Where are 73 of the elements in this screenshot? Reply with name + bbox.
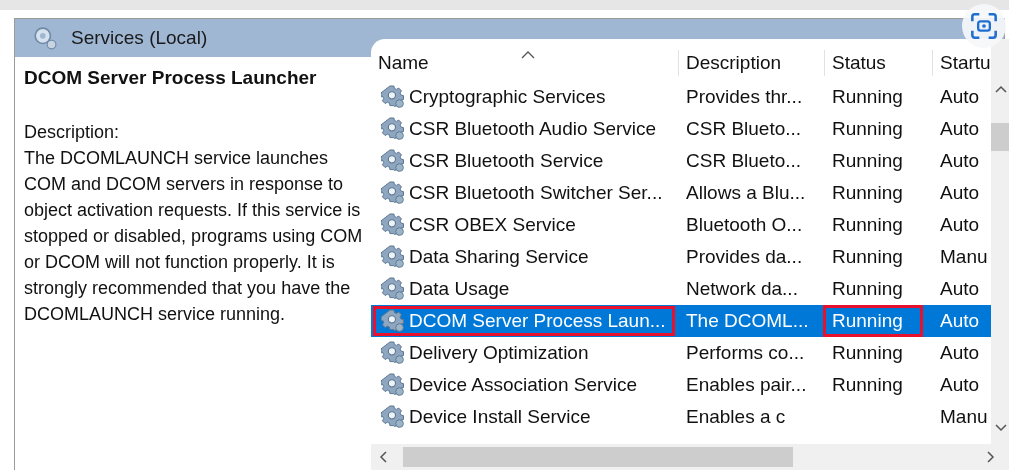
- table-cell: CSR Blueto...: [686, 150, 802, 172]
- column-header[interactable]: Name: [371, 50, 679, 76]
- service-row[interactable]: DCOM Server Process Laun... The DCOML... Running Auto: [371, 305, 991, 337]
- pane-title: Services (Local): [71, 27, 208, 49]
- description-text: The DCOMLAUNCH service launches COM and DCOM servers in response to object activation requests. If this service is stopped or disabled, programs using COM or DCOM will not function properly. It is strongly recommended that you have the DCOMLAUNCH service running.: [24, 147, 364, 326]
- table-cell: Auto: [940, 214, 980, 236]
- table-cell: Auto: [940, 310, 980, 332]
- table-cell: Manu: [940, 246, 988, 268]
- description-label: Description:: [24, 121, 121, 144]
- table-cell: Running: [832, 342, 903, 364]
- service-row[interactable]: Data Usage Network da... Running Auto: [371, 273, 991, 305]
- vertical-scrollbar[interactable]: [990, 39, 1009, 444]
- service-name-cell: Data Usage: [409, 278, 510, 300]
- service-name-cell: Cryptographic Services: [409, 86, 606, 108]
- table-cell: CSR Blueto...: [686, 118, 802, 140]
- service-name-cell: Data Sharing Service: [409, 246, 589, 268]
- service-row[interactable]: CSR Bluetooth Service CSR Blueto... Running Auto: [371, 145, 991, 177]
- service-row[interactable]: CSR Bluetooth Audio Service CSR Blueto... Running Auto: [371, 113, 991, 145]
- table-cell: Running: [832, 246, 903, 268]
- service-name-cell: Device Install Service: [409, 406, 591, 428]
- table-cell: Auto: [940, 86, 980, 108]
- table-cell: Performs co...: [686, 342, 805, 364]
- column-header[interactable]: Startu: [933, 50, 991, 76]
- sort-caret-icon: [521, 51, 535, 59]
- table-cell: Running: [832, 278, 903, 300]
- table-cell: Auto: [940, 342, 980, 364]
- service-row[interactable]: Cryptographic Services Provides thr... Running Auto: [371, 81, 991, 113]
- scroll-up-icon[interactable]: [994, 85, 1007, 93]
- service-row[interactable]: Data Sharing Service Provides da... Running Manu: [371, 241, 991, 273]
- table-cell: Allows a Blu...: [686, 182, 806, 204]
- table-cell: Bluetooth O...: [686, 214, 803, 236]
- service-name: DCOM Server Process Launcher: [24, 67, 318, 89]
- scroll-thumb[interactable]: [990, 123, 1009, 151]
- service-row[interactable]: Device Association Service Enables pair... Running Auto: [371, 369, 991, 401]
- service-row[interactable]: Delivery Optimization Performs co... Running Auto: [371, 337, 991, 369]
- table-cell: Enables a c: [686, 406, 786, 428]
- scroll-down-icon[interactable]: [994, 424, 1007, 432]
- horizontal-scrollbar[interactable]: [371, 444, 1009, 470]
- service-name-cell: DCOM Server Process Laun...: [409, 310, 666, 332]
- scroll-right-icon[interactable]: [986, 451, 995, 463]
- table-cell: Auto: [940, 374, 980, 396]
- service-row[interactable]: CSR OBEX Service Bluetooth O... Running Auto: [371, 209, 991, 241]
- scroll-left-icon[interactable]: [379, 451, 387, 463]
- table-cell: Manu: [940, 406, 988, 428]
- table-cell: Running: [832, 118, 903, 140]
- scan-icon: [970, 12, 998, 40]
- screenshot-button[interactable]: [962, 4, 1006, 48]
- service-name-cell: Delivery Optimization: [409, 342, 589, 364]
- table-cell: Auto: [940, 150, 980, 172]
- table-cell: Auto: [940, 118, 980, 140]
- table-cell: Running: [832, 214, 903, 236]
- table-cell: The DCOML...: [686, 310, 809, 332]
- service-name-cell: CSR Bluetooth Service: [409, 150, 604, 172]
- table-cell: Provides da...: [686, 246, 803, 268]
- service-name-cell: CSR OBEX Service: [409, 214, 576, 236]
- service-name-cell: CSR Bluetooth Switcher Ser...: [409, 182, 663, 204]
- service-name-cell: Device Association Service: [409, 374, 638, 396]
- service-row[interactable]: Device Install Service Enables a c Manu: [371, 401, 991, 433]
- table-cell: Running: [832, 150, 903, 172]
- service-row[interactable]: CSR Bluetooth Switcher Ser... Allows a Blu... Running Auto: [371, 177, 991, 209]
- table-cell: Network da...: [686, 278, 798, 300]
- service-name-cell: CSR Bluetooth Audio Service: [409, 118, 657, 140]
- table-cell: Running: [832, 310, 903, 332]
- table-cell: Auto: [940, 278, 980, 300]
- table-cell: Running: [832, 86, 903, 108]
- table-cell: Auto: [940, 182, 980, 204]
- column-header[interactable]: Status: [825, 50, 933, 76]
- table-cell: Enables pair...: [686, 374, 807, 396]
- scroll-thumb[interactable]: [403, 447, 793, 467]
- table-cell: Running: [832, 182, 903, 204]
- table-cell: Provides thr...: [686, 86, 803, 108]
- table-cell: Running: [832, 374, 903, 396]
- column-header[interactable]: Description: [679, 50, 825, 76]
